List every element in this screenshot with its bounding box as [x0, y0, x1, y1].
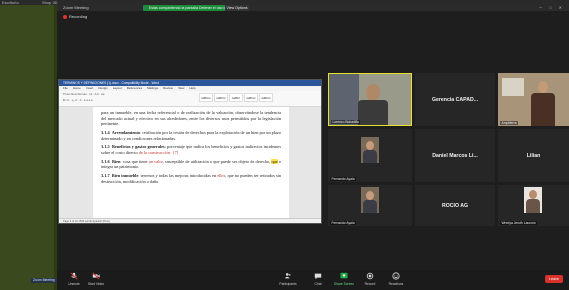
avatar [366, 84, 380, 101]
zoom-title-bar: Zoom Meeting Estás compartiendo la panta… [57, 5, 569, 11]
participant-label: Lorenzo Bobadilla [331, 120, 361, 124]
document-page[interactable]: para un inmueble, en una fecha referenci… [93, 107, 289, 219]
record-dot-icon [63, 14, 67, 19]
menu-layout[interactable]: Layout [113, 86, 122, 90]
participant-tile[interactable]: Wredya Jeruth Lauvoro [498, 185, 569, 226]
shared-screen[interactable]: TERMINOS Y DEFINICIONES (1).docx - Compa… [58, 79, 322, 224]
desktop-wallpaper [0, 5, 57, 290]
menu-mailings[interactable]: Mailings [147, 86, 158, 90]
participant-label: Fernando Ayala [330, 221, 357, 225]
participant-tile[interactable]: Fernando Ayala [328, 129, 412, 182]
participant-name: ROCIO AG [441, 202, 469, 209]
paragraph: 3.1.5 Beneficios y gastos generales: por… [101, 144, 282, 155]
menu-review[interactable]: Review [163, 86, 173, 90]
menu-insert[interactable]: Insert [86, 86, 94, 90]
participant-tile[interactable]: Lilian [498, 129, 569, 182]
share-screen-icon [340, 272, 348, 279]
microphone-off-icon [70, 272, 78, 280]
paragraph: para un inmueble, en una fecha referenci… [101, 110, 281, 127]
record-icon [366, 272, 374, 280]
video-off-icon [92, 272, 100, 280]
paragraph: 3.1.6 Bien: cosa que tiene un valor, sus… [101, 158, 282, 170]
menu-home[interactable]: Home [73, 86, 81, 90]
chat-icon [314, 273, 322, 280]
word-status-bar: Page 3 of 10 1523 words Spanish (Peru) [59, 218, 321, 223]
participant-label: Fernando Ayala [330, 177, 357, 181]
smile-icon [392, 272, 400, 280]
participant-tile[interactable]: ROCIO AG [415, 185, 495, 226]
recording-indicator: Recording [63, 14, 87, 19]
style-item[interactable]: AaBbC [229, 93, 243, 102]
style-item[interactable]: AaBbCc [259, 93, 273, 102]
participant-name: Daniel Marcos Li... [432, 152, 478, 159]
view-options-button[interactable]: View Options [225, 5, 249, 11]
paragraph: 3.1.4 Arrendamiento: retribución por la … [101, 129, 281, 141]
reactions-button[interactable]: Reactions [379, 272, 413, 286]
participant-tile[interactable]: Lorenzo Bobadilla [328, 73, 412, 126]
document-area: para un inmueble, en una fecha referenci… [59, 107, 321, 219]
style-item[interactable]: AaBbCc [214, 93, 228, 102]
participant-tile[interactable]: Daniel Marcos Li... [415, 129, 495, 182]
paragraph: 3.1.7 Bien inmueble: terrenos y todas la… [101, 173, 281, 184]
participants-button[interactable]: Participants [271, 272, 305, 286]
participant-tile[interactable]: Fernando Ayala [328, 185, 412, 226]
participant-label: Ampliterra [500, 121, 519, 125]
leave-button[interactable]: Leave [545, 275, 563, 283]
style-item[interactable]: AaBbCc [199, 93, 213, 102]
recording-label: Recording [69, 14, 88, 19]
participant-label: Wredya Jeruth Lauvoro [500, 221, 538, 225]
style-item[interactable]: AaBbCc [244, 93, 258, 102]
word-ribbon: Times New Roman · 12 · A A · Aa B I U · … [59, 91, 321, 107]
zoom-taskbar-item[interactable]: Zoom Meeting [31, 278, 57, 283]
participant-tile[interactable]: Ampliterra [498, 73, 569, 126]
menu-design[interactable]: Design [98, 86, 107, 90]
window-controls[interactable]: ─ □ ✕ [539, 5, 565, 11]
zoom-window-title: Zoom Meeting [63, 5, 89, 10]
participant-tile[interactable]: Gerencia CAPAD... [415, 73, 495, 126]
style-gallery: AaBbCc AaBbCc AaBbC AaBbCc AaBbCc [199, 93, 273, 102]
people-icon [284, 273, 291, 279]
zoom-window: Zoom Meeting Estás compartiendo la panta… [57, 5, 569, 290]
menu-references[interactable]: References [127, 86, 142, 90]
meeting-toolbar: Unmute Start Video Participants Chat Sha… [57, 270, 569, 290]
menu-view[interactable]: View [178, 86, 184, 90]
participant-name: Lilian [526, 152, 541, 159]
start-video-button[interactable]: Start Video [79, 272, 113, 286]
font-controls[interactable]: Times New Roman · 12 · A A · Aa [63, 92, 313, 97]
screen: Escritorio Shop 3D Zoom Meeting Estás co… [0, 0, 569, 290]
participant-name: Gerencia CAPAD... [431, 96, 479, 103]
menu-file[interactable]: File [63, 86, 68, 90]
format-controls[interactable]: B I U · x₂ x² · A · ≡ ≡ ≡ ≡ [63, 98, 193, 103]
menu-help[interactable]: Help [189, 86, 195, 90]
